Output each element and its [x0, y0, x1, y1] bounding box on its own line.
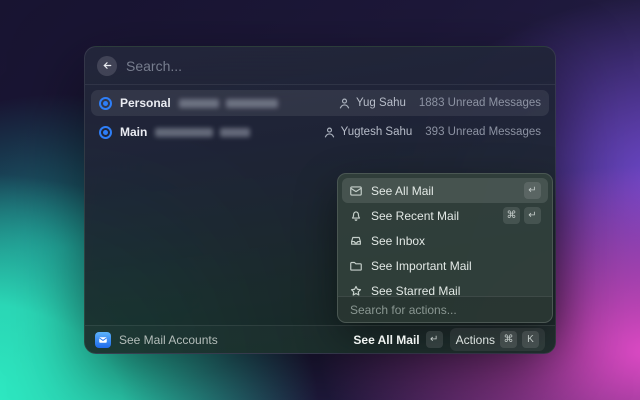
- actions-popup: See All Mail ↵ See Recent Mail ⌘ ↵: [337, 173, 553, 323]
- account-label: Personal: [120, 96, 171, 110]
- actions-search-bar: [338, 296, 552, 322]
- action-label: See Important Mail: [371, 259, 472, 273]
- action-label: See All Mail: [371, 184, 434, 198]
- back-arrow-icon: [102, 60, 113, 71]
- account-row-main[interactable]: Main Yugtesh Sahu 393 Unread Messages: [91, 119, 549, 145]
- action-label: See Inbox: [371, 234, 425, 248]
- return-key-badge: ↵: [426, 331, 443, 348]
- search-header: [85, 47, 555, 85]
- return-key-badge: ↵: [524, 182, 541, 199]
- footer-command-title: See Mail Accounts: [119, 333, 218, 347]
- inbox-icon: [349, 234, 363, 248]
- account-owner: Yug Sahu: [356, 97, 406, 109]
- account-meta: Yug Sahu 1883 Unread Messages: [338, 97, 541, 110]
- shortcut-keys: ⌘ ↵: [503, 207, 541, 224]
- back-button[interactable]: [97, 56, 117, 76]
- command-key-badge: ⌘: [503, 207, 520, 224]
- action-see-important-mail[interactable]: See Important Mail: [342, 253, 548, 278]
- folder-icon: [349, 259, 363, 273]
- footer-actions: See All Mail ↵ Actions ⌘ K: [353, 328, 545, 351]
- primary-action-label: See All Mail: [353, 333, 419, 347]
- action-label: See Recent Mail: [371, 209, 459, 223]
- account-meta: Yugtesh Sahu 393 Unread Messages: [323, 126, 541, 139]
- launcher-window: Personal Yug Sahu 1883 Unread Messages M…: [84, 46, 556, 354]
- primary-action-button[interactable]: See All Mail ↵: [353, 331, 442, 348]
- actions-menu-button[interactable]: Actions ⌘ K: [450, 328, 545, 351]
- unread-count: 393 Unread Messages: [425, 126, 541, 138]
- search-input[interactable]: [126, 58, 543, 74]
- account-label: Main: [120, 125, 147, 139]
- redacted-email: [179, 99, 278, 108]
- action-see-recent-mail[interactable]: See Recent Mail ⌘ ↵: [342, 203, 548, 228]
- account-radio-icon: [99, 126, 112, 139]
- command-key-badge: ⌘: [500, 331, 517, 348]
- account-row-personal[interactable]: Personal Yug Sahu 1883 Unread Messages: [91, 90, 549, 116]
- redacted-email: [155, 128, 250, 137]
- action-see-inbox[interactable]: See Inbox: [342, 228, 548, 253]
- account-owner: Yugtesh Sahu: [341, 126, 413, 138]
- shortcut-keys: ↵: [524, 182, 541, 199]
- person-icon: [323, 126, 336, 139]
- bell-icon: [349, 209, 363, 223]
- actions-search-input[interactable]: [350, 303, 540, 317]
- footer-bar: See Mail Accounts See All Mail ↵ Actions…: [85, 325, 555, 353]
- account-radio-icon: [99, 97, 112, 110]
- account-list: Personal Yug Sahu 1883 Unread Messages M…: [85, 85, 555, 145]
- unread-count: 1883 Unread Messages: [419, 97, 541, 109]
- actions-menu-label: Actions: [456, 333, 495, 347]
- actions-list: See All Mail ↵ See Recent Mail ⌘ ↵: [342, 178, 548, 303]
- mail-app-icon: [95, 332, 111, 348]
- return-key-badge: ↵: [524, 207, 541, 224]
- k-key-badge: K: [522, 331, 539, 348]
- envelope-icon: [349, 184, 363, 198]
- person-icon: [338, 97, 351, 110]
- action-see-all-mail[interactable]: See All Mail ↵: [342, 178, 548, 203]
